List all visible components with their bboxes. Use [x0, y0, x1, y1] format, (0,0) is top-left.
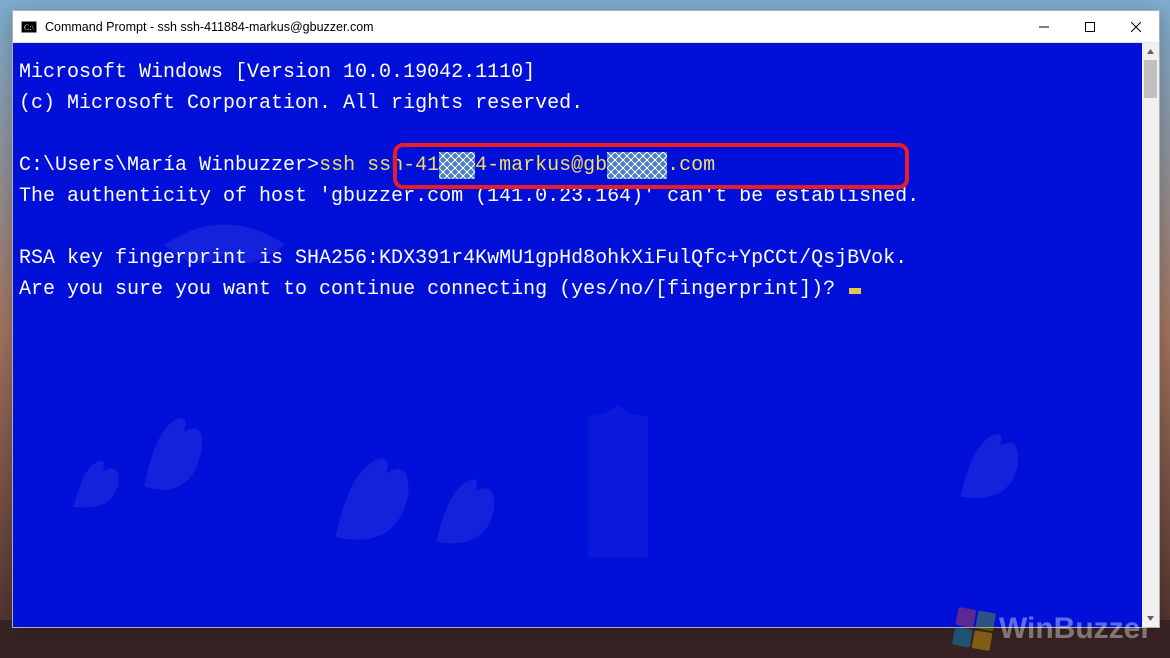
version-line: Microsoft Windows [Version 10.0.19042.11… [19, 57, 1136, 88]
blank-line-2 [19, 212, 1136, 243]
authenticity-line: The authenticity of host 'gbuzzer.com (1… [19, 181, 1136, 212]
prompt-line: C:\Users\María Winbuzzer>ssh ssh-41▒▒▒4-… [19, 150, 1136, 181]
chevron-down-icon [1146, 614, 1155, 623]
maximize-button[interactable] [1067, 11, 1113, 42]
maximize-icon [1085, 22, 1095, 32]
window-controls [1021, 11, 1159, 42]
close-button[interactable] [1113, 11, 1159, 42]
command-prompt-window: C:\ Command Prompt - ssh ssh-411884-mark… [12, 10, 1160, 628]
ssh-command-c: .com [667, 154, 715, 177]
prompt: C:\Users\María Winbuzzer> [19, 154, 319, 177]
vertical-scrollbar[interactable] [1142, 43, 1159, 627]
fingerprint-line: RSA key fingerprint is SHA256:KDX391r4Kw… [19, 243, 1136, 274]
chevron-up-icon [1146, 47, 1155, 56]
scroll-track[interactable] [1142, 60, 1159, 610]
close-icon [1131, 22, 1141, 32]
blank-line [19, 119, 1136, 150]
confirm-line: Are you sure you want to continue connec… [19, 274, 1136, 305]
copyright-line: (c) Microsoft Corporation. All rights re… [19, 88, 1136, 119]
cursor [849, 288, 861, 294]
minimize-icon [1039, 22, 1049, 32]
cmd-icon: C:\ [21, 19, 37, 35]
minimize-button[interactable] [1021, 11, 1067, 42]
terminal[interactable]: Microsoft Windows [Version 10.0.19042.11… [13, 43, 1142, 627]
scroll-down-button[interactable] [1142, 610, 1159, 627]
ssh-command-a: ssh ssh-41 [319, 154, 439, 177]
confirm-text: Are you sure you want to continue connec… [19, 278, 847, 301]
window-title: Command Prompt - ssh ssh-411884-markus@g… [45, 20, 1021, 34]
redacted-1: ▒▒▒ [439, 150, 475, 181]
redacted-2: ▒▒▒▒▒ [607, 150, 667, 181]
title-bar[interactable]: C:\ Command Prompt - ssh ssh-411884-mark… [13, 11, 1159, 43]
scroll-up-button[interactable] [1142, 43, 1159, 60]
svg-text:C:\: C:\ [24, 23, 35, 32]
scroll-thumb[interactable] [1144, 60, 1157, 98]
ssh-command-b: 4-markus@gb [475, 154, 607, 177]
terminal-wrapper: Microsoft Windows [Version 10.0.19042.11… [13, 43, 1159, 627]
